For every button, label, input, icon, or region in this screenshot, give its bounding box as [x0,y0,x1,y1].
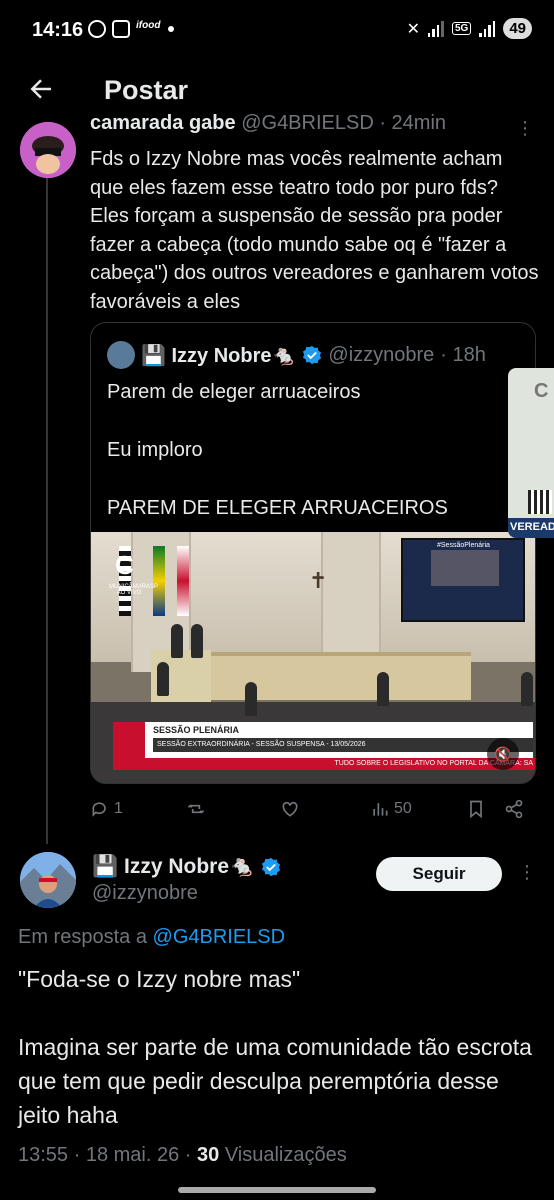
thread-connector-line [46,172,48,844]
mute-toggle-button[interactable]: 🔇 [487,738,519,770]
quoted-post-text: Parem de eleger arruaceiros Eu imploro P… [107,381,448,519]
person [157,662,169,696]
person [171,624,183,658]
like-button[interactable] [280,795,304,823]
quoted-post-card[interactable]: 💾 Izzy Nobre🐁 @izzynobre · 18h Parem de … [90,322,536,784]
post-actions: 1 50 [90,795,530,823]
video-player[interactable]: ✝ #SessãoPlenária C MUNICÂMARASP AO VIVO… [91,532,535,783]
quoted-post-header: 💾 Izzy Nobre🐁 @izzynobre · 18h [107,341,486,369]
notification-dot-icon [168,26,174,32]
mute-vibrate-icon: ✕ [406,20,420,38]
share-icon [505,799,523,819]
retweet-icon [187,804,205,814]
whatsapp-icon [88,20,106,38]
status-right-icons: ✕ 5G 49 [407,18,532,39]
quoted-post-time: · 18h [440,343,486,366]
home-indicator[interactable] [178,1187,376,1193]
verified-badge-icon [262,857,281,877]
main-author-handle[interactable]: @izzynobre [92,882,198,905]
avatar [107,341,135,369]
top-app-bar: Postar [0,60,554,120]
camara-logo-icon: C [534,380,549,402]
screen-tag: #SessãoPlenária [437,542,490,549]
share-button[interactable] [504,795,524,823]
verified-badge-icon [303,345,322,365]
more-options-icon[interactable]: ⋮ [516,118,536,138]
main-author-row: 💾 Izzy Nobre🐁 [92,855,281,879]
battery-icon: 49 [503,18,532,39]
person [191,624,203,658]
heart-icon [282,801,298,817]
bar-chart-icon [373,803,388,816]
page-title: Postar [104,75,189,105]
speaker-muted-icon: 🔇 [494,746,512,762]
parent-post-header: camarada gabe @G4BRIELSD · 24min [90,112,520,134]
chamber-screen: #SessãoPlenária [401,538,525,622]
post-time: · 24min [379,112,447,134]
twitch-icon [112,20,130,38]
views-label: Visualizações [224,1144,347,1166]
avatar[interactable] [20,122,76,178]
reply-button[interactable]: 1 [90,795,123,823]
reply-context: Em resposta a @G4BRIELSD [18,926,285,949]
status-left-icons: ifood [88,20,174,38]
cartoon-avatar-icon [20,122,76,178]
bookmark-button[interactable] [466,795,486,823]
person [377,672,389,706]
author-handle[interactable]: @G4BRIELSD [241,112,374,134]
retweet-button[interactable] [186,795,210,823]
screen-panel [431,550,499,586]
avatar[interactable] [20,852,76,908]
camara-logo-sub: MUNICÂMARASP AO VIVO [109,584,159,596]
post-meta: 13:55 · 18 mai. 26 · 30 Visualizações [18,1144,347,1167]
reply-to-link[interactable]: @G4BRIELSD [153,926,286,948]
quoted-author-name: 💾 Izzy Nobre🐁 [141,344,297,367]
reply-icon [92,802,106,817]
quoted-author-handle: @izzynobre [328,343,435,366]
status-time: 14:16 [32,19,84,41]
post-text: Fds o Izzy Nobre mas vocês realmente ach… [90,148,539,313]
lower-third-title: SESSÃO PLENÁRIA [153,725,240,735]
main-post-text: "Foda-se o Izzy nobre mas" Imagina ser p… [18,966,532,1128]
signal-icon-2 [479,20,496,37]
qr-code-icon [528,490,552,514]
more-options-icon[interactable]: ⋮ [518,862,538,886]
crucifix-icon: ✝ [309,568,328,593]
follow-button[interactable]: Seguir [376,857,502,891]
profile-photo-icon [20,852,76,908]
reply-prefix: Em resposta a [18,926,147,948]
views-count: 50 [394,800,412,817]
views-button[interactable]: 50 [370,795,412,823]
side-tag: VEREAD [508,518,554,538]
views-count: 30 [197,1144,220,1166]
lower-third: SESSÃO PLENÁRIA SESSÃO EXTRAORDINÁRIA - … [113,722,533,770]
camara-logo-icon: C [115,550,134,580]
flag-icon [153,546,165,616]
status-bar: 14:16 ifood ✕ 5G 49 [0,0,554,60]
back-button[interactable] [26,74,56,104]
person [521,672,533,706]
pillar [321,532,381,672]
side-peek-media: C VEREAD [508,368,554,538]
network-5g-icon: 5G [451,22,472,35]
reply-count: 1 [114,800,123,817]
person [245,682,257,716]
arrow-left-icon [30,79,51,99]
bookmark-icon [470,800,482,819]
post-timestamp[interactable]: 13:55 · 18 mai. 26 · [18,1144,191,1166]
flag-icon [177,546,189,616]
lower-third-subtitle: SESSÃO EXTRAORDINÁRIA - SESSÃO SUSPENSA … [153,738,533,752]
news-ticker: TUDO SOBRE O LEGISLATIVO NO PORTAL DA CÂ… [131,758,535,770]
ifood-icon: ifood [136,20,161,31]
main-author-name[interactable]: 💾 Izzy Nobre🐁 [92,855,255,879]
signal-icon [427,20,444,37]
author-name[interactable]: camarada gabe [90,112,236,134]
